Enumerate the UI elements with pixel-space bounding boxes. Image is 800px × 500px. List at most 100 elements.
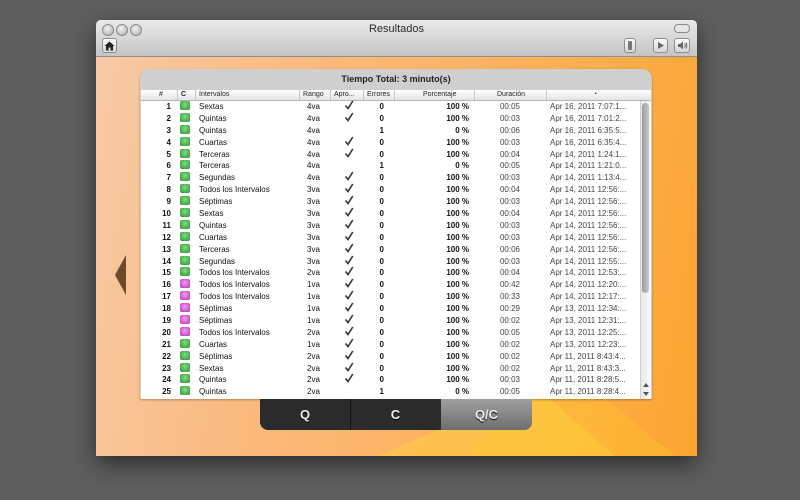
table-row[interactable]: 8 Todos los Intervalos 3va 0 100 % 00:04 Apr 1…	[141, 183, 640, 196]
duration-value: 00:42	[499, 280, 520, 290]
table-row[interactable]: 23 Sextas 2va 0 100 % 00:02 Apr 11, 2011 8:43:…	[141, 362, 640, 375]
range-value: 2va	[307, 363, 320, 373]
interval-name: Quintas	[199, 220, 227, 230]
row-number: 20	[162, 327, 171, 337]
title-bar: Resultados	[96, 20, 697, 57]
interval-name: Sextas	[199, 209, 224, 219]
range-value: 2va	[307, 387, 320, 397]
date-value: Apr 14, 2011 1:24:1...	[550, 149, 627, 159]
duration-value: 00:05	[499, 161, 520, 171]
table-row[interactable]: 22 Séptimas 2va 0 100 % 00:02 Apr 11, 2011 8:4…	[141, 350, 640, 363]
row-number: 13	[162, 244, 171, 254]
table-row[interactable]: 14 Segundas 3va 0 100 % 00:03 Apr 14, 2011 12:…	[141, 255, 640, 268]
duration-value: 00:02	[499, 351, 520, 361]
green-face-icon	[180, 243, 190, 253]
table-row[interactable]: 16 Todos los Intervalos 1va 0 100 % 00:42 Apr …	[141, 278, 640, 291]
table-row[interactable]: 21 Cuartas 1va 0 100 % 00:02 Apr 13, 2011 12:2…	[141, 338, 640, 351]
table-row[interactable]: 9 Séptimas 3va 0 100 % 00:03 Apr 14, 2011 12:5…	[141, 195, 640, 208]
green-face-icon	[180, 101, 190, 110]
table-row[interactable]: 1 Sextas 4va 0 100 % 00:05 Apr 16, 2011 7:07:1…	[141, 100, 640, 113]
errors-value: 0	[379, 137, 384, 147]
volume-button[interactable]	[674, 38, 690, 53]
results-panel: Tiempo Total: 3 minuto(s) # C Intervalos…	[140, 69, 652, 399]
table-row[interactable]: 3 Quintas 4va 1 0 % 00:06 Apr 16, 2011 6:35:5.…	[141, 124, 640, 137]
purple-face-icon	[180, 326, 190, 336]
info-icon	[628, 41, 632, 50]
vertical-scrollbar[interactable]	[640, 101, 651, 399]
table-row[interactable]: 20 Todos los Intervalos 2va 0 100 % 00:05 Apr …	[141, 326, 640, 339]
scrollbar-thumb[interactable]	[642, 103, 649, 293]
percentage-value: 100 %	[446, 351, 469, 361]
duration-value: 00:02	[499, 339, 520, 349]
range-value: 4va	[307, 137, 320, 147]
errors-value: 0	[379, 339, 384, 349]
column-header-duration[interactable]: Duración	[497, 91, 525, 98]
home-button[interactable]	[102, 38, 117, 53]
total-time: Tiempo Total: 3 minuto(s)	[140, 74, 652, 84]
interval-name: Todos los Intervalos	[199, 268, 270, 278]
column-header-percentage[interactable]: Porcentaje	[423, 91, 456, 98]
table-row[interactable]: 7 Segundas 4va 0 100 % 00:03 Apr 14, 2011 1:13…	[141, 171, 640, 184]
table-row[interactable]: 17 Todos los Intervalos 1va 0 100 % 00:33 Apr …	[141, 290, 640, 303]
column-header-date[interactable]: ◔	[593, 91, 597, 98]
segment-q-c[interactable]: Q/C	[441, 399, 532, 430]
duration-value: 00:02	[499, 316, 520, 326]
column-header-intervals[interactable]: Intervalos	[199, 91, 229, 98]
table-row[interactable]: 6 Terceras 4va 1 0 % 00:05 Apr 14, 2011 1:21:0…	[141, 160, 640, 172]
column-header-number[interactable]: #	[159, 91, 163, 98]
interval-name: Terceras	[199, 149, 230, 159]
column-header-approved[interactable]: Apro...	[334, 91, 355, 98]
table-row[interactable]: 15 Todos los Intervalos 2va 0 100 % 00:04 Apr …	[141, 267, 640, 279]
results-window: Resultados Tiempo Total: 3 minuto(s) # C…	[96, 20, 697, 456]
column-header-range[interactable]: Rango	[303, 91, 324, 98]
interval-name: Quintas	[199, 113, 227, 123]
table-row[interactable]: 19 Séptimas 1va 0 100 % 00:02 Apr 13, 2011 12:…	[141, 314, 640, 327]
info-button[interactable]	[624, 38, 636, 53]
scroll-up-arrow-icon[interactable]	[643, 383, 649, 387]
date-value: Apr 16, 2011 7:01:2...	[550, 113, 627, 123]
interval-name: Séptimas	[199, 304, 233, 314]
segment-q[interactable]: Q	[260, 399, 351, 430]
table-row[interactable]: 2 Quintas 4va 0 100 % 00:03 Apr 16, 2011 7:01:…	[141, 112, 640, 125]
column-header-color[interactable]: C	[181, 91, 186, 98]
range-value: 4va	[307, 102, 320, 111]
row-number: 7	[166, 173, 171, 183]
table-row[interactable]: 25 Quintas 2va 1 0 % 00:05 Apr 11, 2011 8:28:4…	[141, 386, 640, 398]
table-row[interactable]: 24 Quintas 2va 0 100 % 00:03 Apr 11, 2011 8:28…	[141, 374, 640, 386]
percentage-value: 0 %	[455, 161, 469, 171]
checkmark-icon	[344, 112, 354, 125]
table-row[interactable]: 18 Séptimas 1va 0 100 % 00:29 Apr 13, 2011 12:…	[141, 302, 640, 315]
previous-arrow-icon[interactable]	[115, 255, 126, 295]
total-time-label: Tiempo Total:	[341, 74, 400, 84]
segment-c[interactable]: C	[350, 399, 442, 430]
errors-value: 0	[379, 351, 384, 361]
range-value: 3va	[307, 209, 320, 219]
errors-value: 0	[379, 102, 384, 111]
table-row[interactable]: 4 Cuartas 4va 0 100 % 00:03 Apr 16, 2011 6:35:…	[141, 136, 640, 149]
date-value: Apr 13, 2011 12:23:...	[550, 339, 627, 349]
errors-value: 1	[379, 161, 384, 171]
interval-name: Terceras	[199, 244, 230, 254]
table-row[interactable]: 13 Terceras 3va 0 100 % 00:06 Apr 14, 2011 12:…	[141, 243, 640, 256]
table-row[interactable]: 12 Cuartas 3va 0 100 % 00:03 Apr 14, 2011 12:5…	[141, 231, 640, 244]
table-body: 1 Sextas 4va 0 100 % 00:05 Apr 16, 2011 7:07:1…	[141, 100, 640, 399]
green-face-icon	[180, 219, 190, 229]
green-face-icon	[180, 136, 190, 146]
purple-face-icon	[180, 291, 190, 301]
play-button[interactable]	[653, 38, 668, 53]
duration-value: 00:03	[499, 375, 520, 385]
percentage-value: 100 %	[446, 220, 469, 230]
percentage-value: 100 %	[446, 363, 469, 373]
table-row[interactable]: 5 Terceras 4va 0 100 % 00:04 Apr 14, 2011 1:24…	[141, 148, 640, 161]
green-face-icon	[180, 267, 190, 277]
toolbar-toggle-button[interactable]	[674, 24, 690, 33]
green-face-icon	[180, 184, 190, 194]
table-row[interactable]: 10 Sextas 3va 0 100 % 00:04 Apr 14, 2011 12:56…	[141, 207, 640, 220]
duration-value: 00:05	[499, 327, 520, 337]
interval-name: Cuartas	[199, 232, 228, 242]
table-row[interactable]: 11 Quintas 3va 0 100 % 00:03 Apr 14, 2011 12:5…	[141, 219, 640, 232]
scroll-down-arrow-icon[interactable]	[643, 392, 649, 396]
column-header-errors[interactable]: Errores	[367, 91, 390, 98]
range-value: 4va	[307, 173, 320, 183]
errors-value: 0	[379, 292, 384, 302]
